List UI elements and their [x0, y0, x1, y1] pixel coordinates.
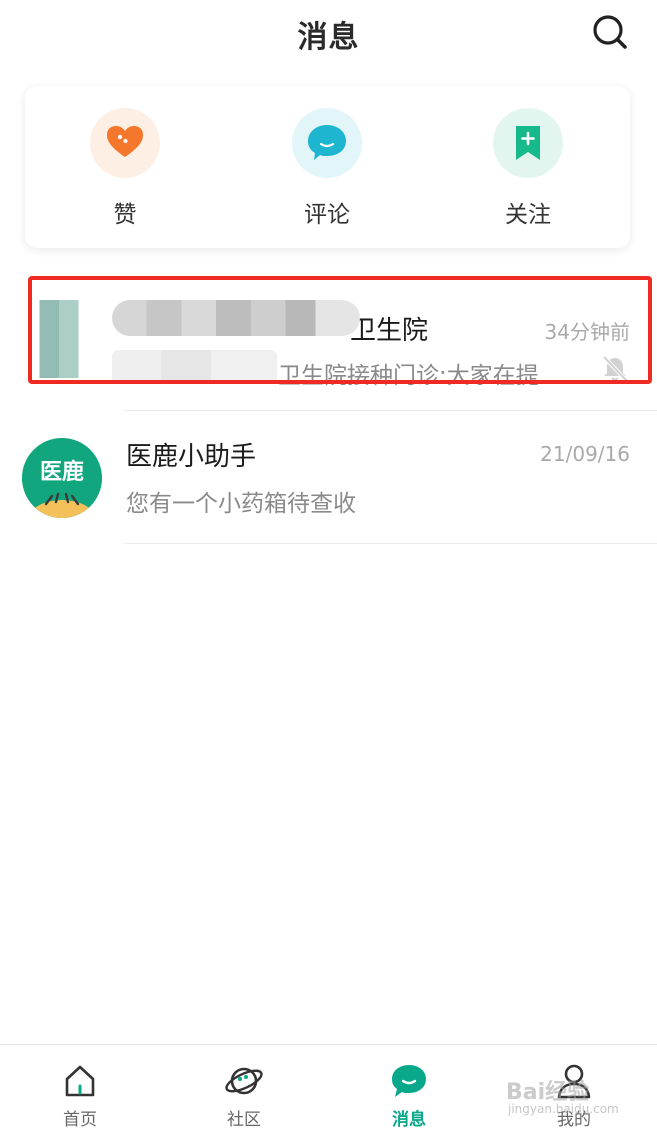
message-time: 21/09/16 — [540, 442, 630, 466]
message-name: 医鹿小助手 — [126, 442, 257, 472]
planet-icon — [224, 1061, 264, 1101]
quick-actions-card: 赞 评论 关注 — [25, 86, 630, 248]
comments-button[interactable]: 评论 — [267, 108, 387, 238]
tab-home[interactable]: 首页 — [25, 1045, 135, 1135]
follows-label: 关注 — [505, 202, 551, 228]
comment-bubble-icon — [292, 108, 362, 178]
tab-label: 消息 — [392, 1110, 426, 1130]
divider — [124, 543, 657, 544]
message-preview: 您有一个小药箱待查收 — [126, 491, 356, 517]
avatar: 医鹿 — [22, 438, 102, 518]
divider — [124, 410, 657, 411]
likes-button[interactable]: 赞 — [65, 108, 185, 238]
heart-icon — [90, 108, 160, 178]
header: 消息 — [0, 0, 657, 64]
follows-button[interactable]: 关注 — [468, 108, 588, 238]
page-title: 消息 — [297, 20, 360, 55]
home-icon — [60, 1061, 100, 1101]
bookmark-plus-icon — [493, 108, 563, 178]
likes-label: 赞 — [113, 202, 137, 228]
highlight-box — [28, 276, 652, 384]
tab-label: 首页 — [63, 1110, 97, 1130]
tab-messages[interactable]: 消息 — [354, 1045, 464, 1135]
chat-bubble-icon — [389, 1061, 429, 1101]
comments-label: 评论 — [304, 202, 350, 228]
tab-label: 社区 — [227, 1110, 261, 1130]
avatar-text: 医鹿 — [39, 460, 84, 485]
search-icon — [593, 15, 627, 49]
tab-community[interactable]: 社区 — [189, 1045, 299, 1135]
message-row[interactable]: 医鹿 医鹿小助手 21/09/16 您有一个小药箱待查收 — [0, 412, 657, 542]
watermark-subtext: jingyan.baidu.com — [508, 1102, 619, 1116]
search-button[interactable] — [588, 10, 632, 54]
